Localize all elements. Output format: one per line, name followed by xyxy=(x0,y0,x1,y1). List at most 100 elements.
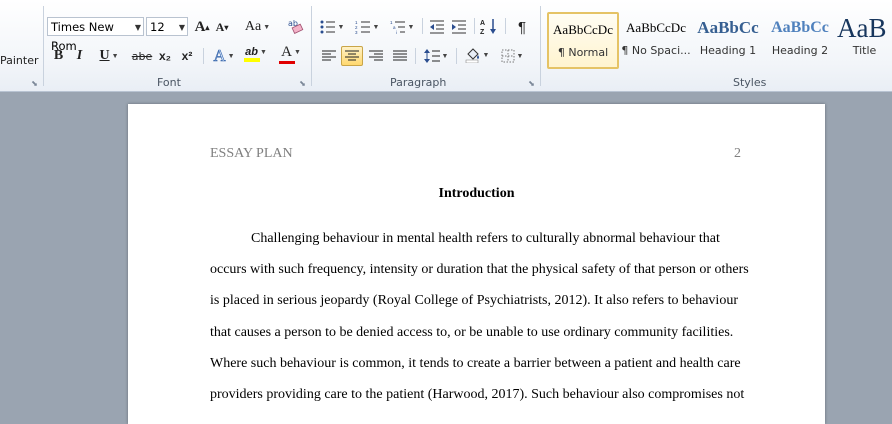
ribbon-separator xyxy=(422,18,423,34)
body-text-line: providers providing care to the patient … xyxy=(210,387,745,402)
svg-text:A: A xyxy=(480,20,485,27)
underline-button[interactable]: U ▼ xyxy=(91,46,127,66)
body-text-line: Challenging behaviour in mental health r… xyxy=(251,231,720,246)
format-painter-button[interactable]: Painter xyxy=(0,54,39,72)
style-heading-2[interactable]: AaBbCc Heading 2 xyxy=(765,12,835,69)
borders-button[interactable]: ▼ xyxy=(497,46,527,66)
style-sample: AaBbCcDc xyxy=(553,22,613,37)
highlight-button[interactable]: ab ▼ xyxy=(241,44,271,64)
font-name-combo[interactable]: Times New Rom ▼ xyxy=(47,17,144,53)
style-title[interactable]: AaB Title xyxy=(837,12,892,69)
document-page[interactable]: ESSAY PLAN 2 Introduction Challenging be… xyxy=(128,104,825,424)
shrink-font-button[interactable]: A ▾ xyxy=(213,17,231,37)
numbering-button[interactable]: 123 ▼ xyxy=(352,17,382,37)
style-sample: AaB xyxy=(837,13,887,40)
ribbon: Painter ⬊ Times New Rom ▼ 12 ▼ A ▴ A ▾ Aa ▼… xyxy=(0,0,892,92)
style-normal[interactable]: AaBbCcDc ¶ Normal xyxy=(547,12,619,69)
shading-button[interactable]: ▼ xyxy=(462,45,492,65)
italic-button[interactable]: I xyxy=(71,46,88,66)
ribbon-separator xyxy=(456,48,457,64)
subscript-button[interactable]: x₂ xyxy=(156,46,174,66)
ribbon-separator xyxy=(505,18,506,34)
increase-indent-icon xyxy=(452,20,466,34)
line-spacing-button[interactable]: ▼ xyxy=(421,46,451,66)
style-sample: AaBbCc xyxy=(697,18,759,37)
show-hide-marks-button[interactable]: ¶ xyxy=(511,17,533,37)
body-text-line: Where such behaviour is common, it tends… xyxy=(210,356,741,371)
superscript-icon: x² xyxy=(181,49,193,63)
pilcrow-icon: ¶ xyxy=(517,18,527,36)
ribbon-separator xyxy=(474,18,475,34)
justify-button[interactable] xyxy=(389,46,411,66)
section-heading: Introduction xyxy=(438,186,515,201)
font-dialog-launcher[interactable]: ⬊ xyxy=(298,79,307,88)
svg-text:i: i xyxy=(396,30,397,34)
chevron-down-icon[interactable]: ▼ xyxy=(179,18,185,37)
sort-icon: AZ xyxy=(480,19,496,35)
sort-button[interactable]: AZ xyxy=(479,16,499,36)
styles-group-label: Styles xyxy=(733,76,767,89)
highlight-color-bar xyxy=(244,58,260,62)
clear-formatting-button[interactable]: ab xyxy=(285,16,307,36)
decrease-indent-icon xyxy=(430,20,444,34)
style-sample: AaBbCc xyxy=(771,19,829,36)
justify-icon xyxy=(393,50,407,61)
align-center-icon xyxy=(345,50,359,61)
multilevel-list-icon: 1ai xyxy=(390,20,405,34)
ribbon-separator xyxy=(311,6,312,86)
style-name: Heading 2 xyxy=(771,44,829,57)
bold-button[interactable]: B xyxy=(49,46,68,66)
line-spacing-icon xyxy=(423,49,440,63)
align-left-button[interactable] xyxy=(318,46,340,66)
chevron-down-icon[interactable]: ▼ xyxy=(135,18,141,37)
borders-icon xyxy=(501,49,515,63)
style-name: Title xyxy=(852,44,877,57)
bullets-button[interactable]: ▼ xyxy=(317,17,347,37)
align-right-icon xyxy=(369,50,383,61)
align-left-icon xyxy=(322,50,336,61)
font-group-label: Font xyxy=(157,76,181,89)
highlight-icon: ab xyxy=(245,46,258,58)
svg-text:3: 3 xyxy=(355,30,358,34)
underline-icon: U xyxy=(99,48,110,63)
grow-font-icon: A xyxy=(194,18,206,35)
font-color-button[interactable]: A ▼ xyxy=(276,44,306,64)
page-number: 2 xyxy=(734,146,741,161)
clipboard-dialog-launcher[interactable]: ⬊ xyxy=(30,79,39,88)
bold-icon: B xyxy=(53,48,64,63)
ribbon-separator xyxy=(203,48,204,64)
numbering-icon: 123 xyxy=(355,20,370,34)
multilevel-list-button[interactable]: 1ai ▼ xyxy=(387,17,417,37)
font-size-value: 12 xyxy=(150,20,165,34)
strikethrough-button[interactable]: abe xyxy=(131,46,153,66)
body-text-line: is placed in serious jeopardy (Royal Col… xyxy=(210,293,738,308)
increase-indent-button[interactable] xyxy=(449,17,469,37)
style-name: ¶ Normal xyxy=(557,46,609,59)
style-no-spacing[interactable]: AaBbCcDc ¶ No Spaci... xyxy=(621,12,691,69)
style-name: Heading 1 xyxy=(699,44,757,57)
paint-bucket-icon xyxy=(465,48,479,63)
superscript-button[interactable]: x² xyxy=(178,46,196,66)
font-color-icon: A xyxy=(281,44,292,60)
style-heading-1[interactable]: AaBbCc Heading 1 xyxy=(693,12,763,69)
change-case-button[interactable]: Aa ▼ xyxy=(244,17,271,37)
align-right-button[interactable] xyxy=(365,46,387,66)
body-text-line: occurs with such frequency, intensity or… xyxy=(210,262,749,277)
style-sample: AaBbCcDc xyxy=(626,20,686,35)
body-text-line: that causes a person to be denied access… xyxy=(210,325,734,340)
font-size-combo[interactable]: 12 ▼ xyxy=(146,17,188,36)
strikethrough-icon: abe xyxy=(131,49,153,63)
decrease-indent-button[interactable] xyxy=(427,17,447,37)
grow-font-button[interactable]: A ▴ xyxy=(192,17,212,37)
paragraph-dialog-launcher[interactable]: ⬊ xyxy=(527,79,536,88)
text-effects-icon: A xyxy=(213,46,226,66)
eraser-icon: ab xyxy=(288,19,304,34)
italic-icon: I xyxy=(76,48,83,63)
text-effects-button[interactable]: A ▼ xyxy=(209,46,239,66)
align-center-button[interactable] xyxy=(341,46,363,66)
style-name: ¶ No Spaci... xyxy=(621,44,691,57)
ribbon-separator xyxy=(540,6,541,86)
bullets-icon xyxy=(320,20,335,34)
page-header-title: ESSAY PLAN xyxy=(210,146,293,161)
paragraph-group-label: Paragraph xyxy=(390,76,447,89)
